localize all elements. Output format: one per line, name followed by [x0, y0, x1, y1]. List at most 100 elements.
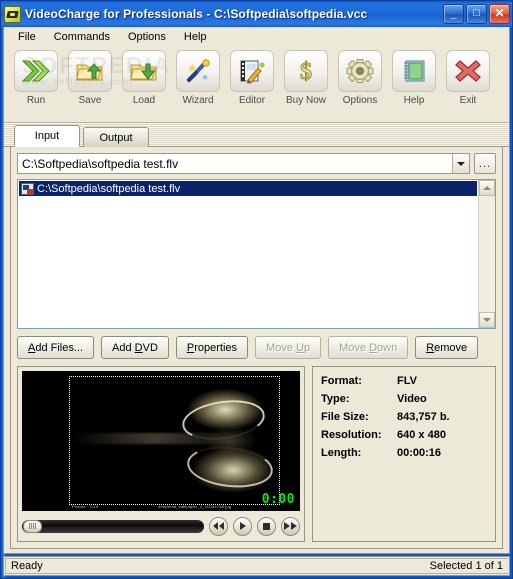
toolbar-button-buy-now[interactable]: $ Buy Now — [280, 50, 332, 106]
info-label-format: Format: — [321, 375, 362, 387]
overlay-picture-counter: Picture : 1/19 — [72, 504, 99, 509]
scroll-down-button[interactable] — [479, 312, 495, 328]
menu-item-help[interactable]: Help — [176, 29, 215, 45]
softpedia-s-logo — [166, 385, 295, 497]
green-double-chevron-icon — [14, 50, 58, 92]
remove-button[interactable]: Remove — [415, 336, 479, 359]
path-row: C:\Softpedia\softpedia test.flv ... — [17, 153, 496, 174]
film-reel-icon — [4, 5, 21, 23]
tab-input[interactable]: Input — [14, 125, 80, 147]
rewind-button[interactable] — [209, 516, 228, 536]
info-label-resolution: Resolution: — [321, 429, 382, 441]
info-value-file-size: 843,757 b. — [397, 411, 450, 423]
move-up-button: Move Up — [255, 336, 322, 359]
file-list-scrollbar[interactable] — [478, 180, 495, 328]
info-value-format: FLV — [397, 375, 417, 387]
toolbar-button-save[interactable]: Save — [64, 50, 116, 106]
maximize-button[interactable]: □ — [466, 4, 487, 24]
tab-strip: Input Output — [4, 123, 509, 147]
list-item-label: C:\Softpedia\softpedia test.flv — [37, 182, 181, 195]
video-screen[interactable]: Picture : 1/19 softpedia_wallpaper_2_102… — [22, 371, 300, 511]
video-preview-panel: Picture : 1/19 softpedia_wallpaper_2_102… — [17, 366, 305, 542]
add-files-button[interactable]: Add Files... — [17, 336, 95, 359]
path-input[interactable]: C:\Softpedia\softpedia test.flv — [18, 157, 452, 171]
menu-bar: File Commands Options Help — [4, 27, 509, 46]
rewind-icon — [213, 522, 224, 530]
toolbar-button-help[interactable]: Help — [388, 50, 440, 106]
notebook-icon — [392, 50, 436, 92]
info-row-type: Type: Video — [321, 393, 489, 405]
window-controls: _ □ ✕ — [443, 4, 510, 24]
tab-output-label: Output — [99, 131, 133, 144]
toolbar: SOFTPEDIA www.softpedia.com Run — [4, 46, 509, 123]
folder-up-arrow-icon — [68, 50, 112, 92]
overlay-filename: softpedia_wallpaper_2_1024x768.jpg — [158, 504, 232, 509]
menu-item-options[interactable]: Options — [120, 29, 174, 45]
info-row-format: Format: FLV — [321, 375, 489, 387]
red-x-icon — [446, 50, 490, 92]
move-down-button-label: Move Down — [339, 341, 398, 354]
add-files-button-label: Add Files... — [28, 341, 84, 354]
add-dvd-button[interactable]: Add DVD — [101, 336, 169, 359]
media-info-panel: Format: FLV Type: Video File Size: 843,7… — [312, 366, 496, 542]
title-bar: VideoCharge for Professionals - C:\Softp… — [1, 1, 512, 27]
info-row-file-size: File Size: 843,757 b. — [321, 411, 489, 423]
info-row-resolution: Resolution: 640 x 480 — [321, 429, 489, 441]
play-button[interactable] — [233, 516, 252, 536]
filmstrip-pencil-icon — [230, 50, 274, 92]
close-icon: ✕ — [494, 6, 505, 20]
list-item[interactable]: C:\Softpedia\softpedia test.flv — [19, 181, 477, 196]
add-dvd-button-label: Add DVD — [112, 341, 158, 354]
toolbar-button-wizard[interactable]: Wizard — [172, 50, 224, 106]
client-area: File Commands Options Help SOFTPEDIA www… — [3, 27, 510, 554]
menu-item-commands[interactable]: Commands — [46, 29, 118, 45]
chevron-down-icon[interactable] — [452, 154, 469, 173]
toolbar-button-run[interactable]: Run — [10, 50, 62, 106]
timecode-display: 0:00 — [261, 492, 295, 507]
info-value-type: Video — [397, 393, 427, 405]
toolbar-button-exit-label: Exit — [459, 95, 477, 106]
stop-icon — [263, 522, 270, 530]
toolbar-button-help-label: Help — [403, 95, 425, 106]
fast-forward-button[interactable] — [281, 516, 300, 536]
toolbar-button-editor-label: Editor — [238, 95, 266, 106]
toolbar-button-run-label: Run — [26, 95, 46, 106]
tab-output[interactable]: Output — [83, 127, 149, 147]
svg-text:$: $ — [300, 59, 312, 84]
application-window: VideoCharge for Professionals - C:\Softp… — [0, 0, 513, 579]
minimize-icon: _ — [450, 8, 457, 20]
menu-item-file[interactable]: File — [10, 29, 44, 45]
gear-icon — [338, 50, 382, 92]
move-down-button: Move Down — [328, 336, 409, 359]
properties-button[interactable]: Properties — [175, 336, 249, 359]
window-title: VideoCharge for Professionals - C:\Softp… — [25, 7, 368, 21]
toolbar-button-options-label: Options — [342, 95, 378, 106]
toolbar-button-options[interactable]: Options — [334, 50, 386, 106]
toolbar-button-editor[interactable]: Editor — [226, 50, 278, 106]
file-list[interactable]: C:\Softpedia\softpedia test.flv — [17, 179, 496, 329]
scroll-up-button[interactable] — [479, 180, 495, 196]
path-combo[interactable]: C:\Softpedia\softpedia test.flv — [17, 153, 470, 174]
toolbar-button-exit[interactable]: Exit — [442, 50, 494, 106]
remove-button-label: Remove — [426, 341, 468, 354]
toolbar-button-load[interactable]: Load — [118, 50, 170, 106]
play-icon — [239, 522, 246, 530]
stop-button[interactable] — [257, 516, 276, 536]
info-value-length: 00:00:16 — [397, 447, 442, 459]
fast-forward-icon — [284, 522, 297, 530]
seek-slider[interactable] — [22, 519, 204, 533]
file-action-buttons: Add Files... Add DVD Properties Move Up … — [17, 336, 496, 359]
minimize-button[interactable]: _ — [443, 4, 464, 24]
magic-wand-icon — [176, 50, 220, 92]
folder-down-arrow-icon — [122, 50, 166, 92]
close-button[interactable]: ✕ — [489, 4, 510, 24]
toolbar-button-save-label: Save — [78, 95, 102, 106]
status-selection: Selected 1 of 1 — [429, 560, 503, 572]
browse-button[interactable]: ... — [474, 153, 496, 174]
toolbar-button-wizard-label: Wizard — [182, 95, 214, 106]
info-label-type: Type: — [321, 393, 350, 405]
seek-slider-thumb[interactable] — [23, 519, 42, 533]
info-value-resolution: 640 x 480 — [397, 429, 446, 441]
toolbar-button-buy-now-label: Buy Now — [285, 95, 326, 106]
info-label-file-size: File Size: — [321, 411, 369, 423]
